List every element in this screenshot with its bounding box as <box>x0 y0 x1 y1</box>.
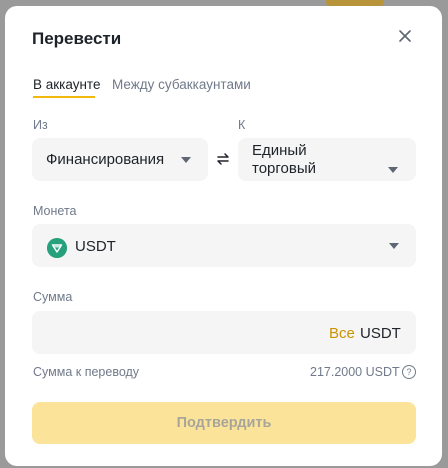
tab-between-subaccounts[interactable]: Между субаккаунтами <box>112 77 251 92</box>
coin-value: USDT <box>75 238 116 255</box>
tether-icon <box>47 238 67 258</box>
from-label: Из <box>33 118 48 132</box>
coin-label: Монета <box>33 204 77 218</box>
to-account-select[interactable]: Единый торговый <box>238 138 416 181</box>
to-account-value-line2: торговый <box>252 160 316 177</box>
confirm-button[interactable]: Подтвердить <box>32 402 416 444</box>
amount-input[interactable] <box>32 311 416 354</box>
chevron-down-icon <box>389 243 399 249</box>
transfer-amount-label: Сумма к переводу <box>33 365 140 379</box>
transfer-amount-value: 217.2000 USDT <box>310 365 400 379</box>
max-amount-button[interactable]: Все <box>329 325 355 342</box>
swap-icon[interactable] <box>215 151 231 167</box>
from-account-select[interactable]: Финансирования <box>32 138 208 181</box>
amount-unit: USDT <box>360 325 401 342</box>
dialog-title: Перевести <box>32 29 122 48</box>
chevron-down-icon <box>181 157 191 163</box>
to-account-value: Единый торговый <box>252 142 316 178</box>
tab-in-account[interactable]: В аккаунте <box>33 77 100 92</box>
chevron-down-icon <box>388 167 398 173</box>
to-account-value-line1: Единый <box>252 142 307 159</box>
transfer-dialog: Перевести В аккаунте Между субаккаунтами… <box>5 6 442 466</box>
help-icon[interactable]: ? <box>402 365 416 379</box>
from-account-value: Финансирования <box>46 151 165 168</box>
amount-label: Сумма <box>33 290 73 304</box>
active-tab-indicator <box>33 96 95 98</box>
to-label: К <box>238 118 246 132</box>
close-icon[interactable] <box>397 28 413 44</box>
